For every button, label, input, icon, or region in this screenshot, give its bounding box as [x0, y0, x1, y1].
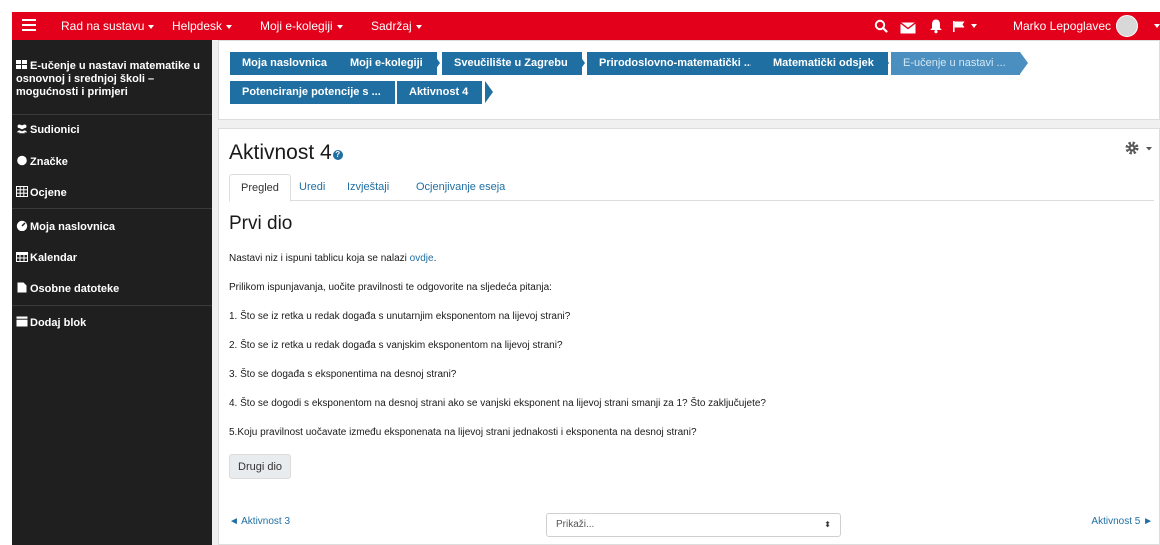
sidebar-course-title[interactable]: E-učenje u nastavi matematike u osnovnoj… — [16, 59, 208, 99]
select-arrows-icon: ⬍ — [824, 520, 831, 529]
sidebar-item-label: Dodaj blok — [30, 317, 87, 329]
divider — [12, 305, 212, 306]
sidebar-item-moja-naslovnica[interactable]: Moja naslovnica — [12, 220, 212, 233]
question-5: 5.Koju pravilnost uočavate između ekspon… — [229, 427, 697, 438]
intro-text: Nastavi niz i ispuni tablicu koja se nal… — [229, 253, 410, 264]
settings-gear-icon[interactable] — [1124, 140, 1154, 156]
intro-end: . — [433, 253, 437, 264]
tab-ocjenjivanje-eseja[interactable]: Ocjenjivanje eseja — [405, 174, 516, 201]
table-link[interactable]: ovdje — [410, 253, 434, 264]
sidebar-item-znacke[interactable]: Značke — [12, 155, 212, 168]
nav-label: Sadržaj — [371, 19, 412, 33]
caret-down-icon — [148, 24, 155, 29]
top-navbar: Rad na sustavu Helpdesk Moji e-kolegiji … — [12, 12, 1160, 40]
nav-sadrzaj[interactable]: Sadržaj — [371, 12, 422, 40]
breadcrumb-chevron-icon — [485, 81, 493, 103]
sidebar-item-ocjene[interactable]: Ocjene — [12, 186, 212, 199]
breadcrumb-item[interactable]: Sveučilište u Zagrebu — [442, 52, 582, 75]
caret-down-icon — [226, 24, 233, 29]
breadcrumb-chevron-icon — [881, 52, 889, 74]
caret-down-icon — [336, 24, 343, 29]
next-activity-link[interactable]: Aktivnost 5 ► — [1091, 516, 1153, 527]
grid-icon — [16, 186, 28, 197]
sidebar-item-label: Ocjene — [30, 187, 67, 199]
breadcrumb-chevron-icon — [387, 81, 395, 103]
sidebar-item-osobne-datoteke[interactable]: Osobne datoteke — [12, 282, 212, 295]
breadcrumb-chevron-icon — [432, 52, 440, 74]
sidebar-item-label: Značke — [30, 156, 68, 168]
tab-pregled[interactable]: Pregled — [229, 174, 291, 202]
tab-izvjestaji[interactable]: Izvještaji — [336, 174, 400, 201]
sidebar-course-title-text: E-učenje u nastavi matematike u osnovnoj… — [16, 60, 200, 98]
menu-hamburger-icon[interactable] — [22, 19, 36, 31]
calendar-icon — [16, 252, 28, 262]
users-icon — [16, 124, 28, 134]
breadcrumb-chevron-icon — [1020, 52, 1028, 74]
breadcrumb-chevron-icon — [751, 52, 759, 74]
jump-to-select[interactable]: Prikaži... ⬍ — [546, 513, 841, 537]
breadcrumb-item[interactable]: Potenciranje potencije s ... — [230, 81, 395, 104]
sidebar-item-kalendar[interactable]: Kalendar — [12, 251, 212, 264]
breadcrumb-item[interactable]: E-učenje u nastavi ... — [891, 52, 1020, 75]
page-title: Aktivnost 4? — [229, 141, 343, 165]
avatar[interactable] — [1116, 15, 1138, 37]
tab-uredi[interactable]: Uredi — [288, 174, 336, 201]
sidebar-item-dodaj-blok[interactable]: Dodaj blok — [12, 316, 212, 329]
nav-label: Moji e-kolegiji — [260, 19, 333, 33]
divider — [12, 114, 212, 115]
file-icon — [17, 282, 27, 293]
user-menu-caret-down-icon[interactable] — [1154, 24, 1160, 28]
page-title-text: Aktivnost 4 — [229, 141, 332, 164]
tab-bar: Pregled Uredi Izvještaji Ocjenjivanje es… — [229, 174, 1154, 202]
breadcrumb-item[interactable]: Aktivnost 4 — [397, 81, 483, 104]
breadcrumb-item[interactable]: Matematički odsjek — [761, 52, 888, 75]
sidebar-item-label: Osobne datoteke — [30, 283, 120, 295]
add-block-icon — [16, 316, 28, 327]
nav-label: Helpdesk — [172, 19, 223, 33]
jump-to-select-value: Prikaži... — [556, 519, 595, 530]
breadcrumb-item[interactable]: Moja naslovnica — [230, 52, 341, 75]
main-region: Moja naslovnica Moji e-kolegiji Sveučili… — [212, 40, 1160, 545]
question-1: 1. Što se iz retka u redak događa s unut… — [229, 311, 571, 322]
intro-paragraph: Nastavi niz i ispuni tablicu koja se nal… — [229, 253, 436, 264]
section-heading: Prvi dio — [229, 213, 293, 234]
sidebar-item-sudionici[interactable]: Sudionici — [12, 123, 212, 136]
nav-helpdesk[interactable]: Helpdesk — [172, 12, 233, 40]
breadcrumb-item[interactable]: Moji e-kolegiji — [338, 52, 437, 75]
notifications-bell-icon[interactable] — [929, 18, 943, 34]
flag-caret-down-icon[interactable] — [971, 24, 977, 28]
nav-rad-na-sustavu[interactable]: Rad na sustavu — [61, 12, 155, 40]
messages-envelope-icon[interactable] — [900, 20, 916, 36]
next-section-button[interactable]: Drugi dio — [229, 454, 292, 479]
help-icon[interactable]: ? — [332, 150, 343, 160]
prev-activity-link[interactable]: ◄ Aktivnost 3 — [229, 516, 290, 527]
flag-icon[interactable] — [952, 18, 966, 34]
user-name[interactable]: Marko Lepoglavec — [1013, 12, 1111, 40]
search-icon[interactable] — [874, 18, 888, 34]
sidebar: E-učenje u nastavi matematike u osnovnoj… — [12, 40, 212, 545]
sidebar-item-label: Kalendar — [30, 252, 78, 264]
divider — [12, 208, 212, 209]
sidebar-item-label: Sudionici — [30, 124, 80, 136]
nav-label: Rad na sustavu — [61, 19, 145, 33]
breadcrumb-chevron-icon — [577, 52, 585, 74]
nav-moji-e-kolegiji[interactable]: Moji e-kolegiji — [260, 12, 343, 40]
dashboard-icon — [16, 220, 28, 231]
course-grid-icon — [16, 60, 27, 69]
sidebar-item-label: Moja naslovnica — [30, 221, 115, 233]
question-4: 4. Što se dogodi s eksponentom na desnoj… — [229, 398, 766, 409]
instruction-paragraph: Prilikom ispunjavanja, uočite pravilnost… — [229, 282, 552, 293]
caret-down-icon — [415, 24, 422, 29]
badge-icon — [17, 155, 27, 166]
breadcrumb-chevron-icon — [328, 52, 336, 74]
question-2: 2. Što se iz retka u redak događa s vanj… — [229, 340, 563, 351]
question-3: 3. Što se događa s eksponentima na desno… — [229, 369, 457, 380]
top-strip — [0, 0, 1160, 12]
content-panel: Aktivnost 4? Pregled Uredi Izvještaji Oc… — [218, 128, 1160, 545]
breadcrumb: Moja naslovnica Moji e-kolegiji Sveučili… — [218, 40, 1160, 120]
breadcrumb-item[interactable]: Prirodoslovno-matematički ... — [587, 52, 768, 75]
